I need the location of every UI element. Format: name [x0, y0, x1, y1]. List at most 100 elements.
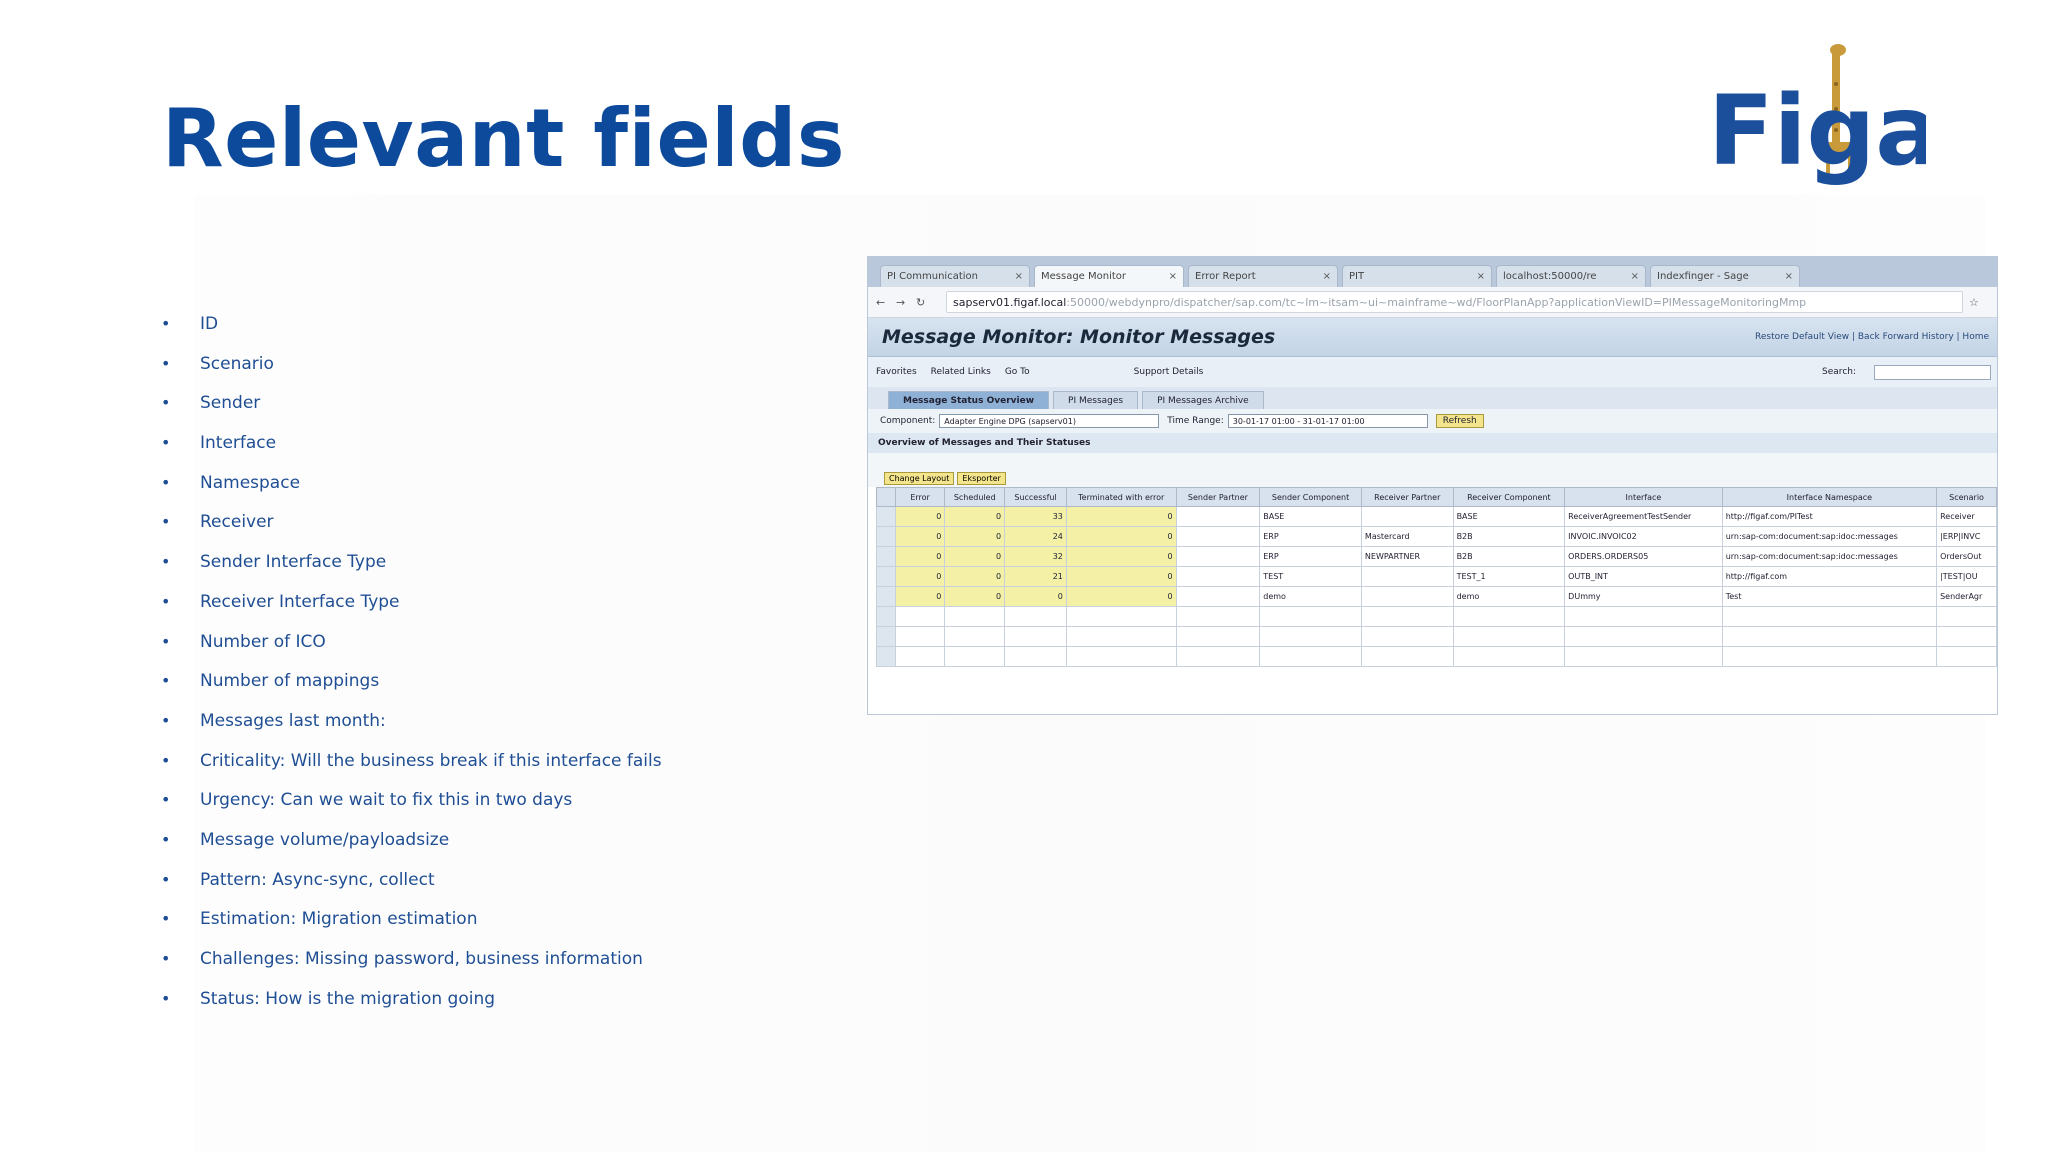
- table-cell: 0: [894, 566, 946, 587]
- time-range-select: 30-01-17 01:00 - 31-01-17 01:00: [1227, 414, 1428, 428]
- column-header: Sender Partner: [1175, 487, 1261, 507]
- table-cell: B2B: [1452, 526, 1566, 547]
- table-cell: |ERP|INVC: [1936, 526, 1997, 547]
- table-row: 0 0 21 0 TEST TEST_1 OUTB_INT http://figaf.com |…: [876, 566, 1997, 587]
- table-cell: OUTB_INT: [1564, 566, 1723, 587]
- table-cell: [944, 606, 1006, 627]
- table-cell: |TEST|OU: [1936, 566, 1997, 587]
- bullet-item: Sender Interface Type: [160, 546, 662, 586]
- row-selector: [876, 526, 896, 547]
- export-button: Eksporter: [957, 471, 1006, 485]
- bullet-item: Urgency: Can we wait to fix this in two …: [160, 784, 662, 824]
- close-icon: ×: [1322, 271, 1331, 282]
- browser-tab-label: Message Monitor: [1041, 271, 1127, 282]
- table-cell: [1452, 646, 1566, 667]
- bullet-item: Namespace: [160, 467, 662, 507]
- browser-tab-label: Indexfinger - Sage: [1657, 271, 1749, 282]
- bullet-item: Number of mappings: [160, 665, 662, 705]
- table-cell: 0: [944, 566, 1006, 587]
- close-icon: ×: [1630, 271, 1639, 282]
- bullet-item: Messages last month:: [160, 705, 662, 745]
- menu-bar: Favorites Related Links Go To Support De…: [868, 357, 1997, 387]
- table-cell: [944, 626, 1006, 647]
- table-cell: [1175, 546, 1261, 567]
- empty-table-row: [876, 606, 1997, 627]
- forward-arrow-icon: →: [896, 295, 906, 309]
- table-cell: [1721, 646, 1938, 667]
- table-cell: [1721, 606, 1938, 627]
- bullet-item: Criticality: Will the business break if …: [160, 745, 662, 785]
- table-cell: 0: [944, 586, 1006, 607]
- column-header: Successful: [1004, 487, 1067, 507]
- browser-tab: Indexfinger - Sage ×: [1650, 265, 1800, 287]
- table-cell: 0: [944, 546, 1006, 567]
- table-cell: [894, 646, 946, 667]
- sap-message-monitor-screenshot: PI Communication × Message Monitor × Error R…: [867, 256, 1998, 715]
- app-header: Message Monitor: Monitor Messages Restor…: [868, 318, 1997, 357]
- bullet-item: Challenges: Missing password, business i…: [160, 943, 662, 983]
- browser-tab: PIT ×: [1342, 265, 1492, 287]
- column-header: Receiver Component: [1452, 487, 1566, 507]
- table-cell: NEWPARTNER: [1360, 546, 1454, 567]
- bullet-item: ID: [160, 308, 662, 348]
- table-cell: [1175, 506, 1261, 527]
- table-cell: 0: [1065, 566, 1177, 587]
- column-header: Sender Component: [1259, 487, 1362, 507]
- subtab: Message Status Overview: [888, 391, 1050, 409]
- url-field: sapserv01.figaf.local :50000/webdynpro/d…: [946, 291, 1963, 313]
- table-cell: 0: [1065, 526, 1177, 547]
- table-cell: [1004, 606, 1067, 627]
- table-cell: [1360, 606, 1454, 627]
- table-cell: [1564, 626, 1723, 647]
- column-header: Terminated with error: [1065, 487, 1177, 507]
- column-header: Scenario: [1936, 487, 1997, 507]
- table-cell: INVOIC.INVOIC02: [1564, 526, 1723, 547]
- bullet-item: Estimation: Migration estimation: [160, 903, 662, 943]
- table-cell: [1936, 606, 1997, 627]
- reload-icon: ↻: [916, 295, 926, 309]
- table-row: 0 0 24 0 ERP Mastercard B2B INVOIC.INVOIC02 urn:…: [876, 526, 1997, 547]
- table-toolbar: Change Layout Eksporter: [868, 469, 1997, 487]
- bullet-item: Number of ICO: [160, 626, 662, 666]
- column-header: Error: [894, 487, 946, 507]
- menu-go-to: Go To: [1004, 367, 1030, 377]
- table-cell: SenderAgr: [1936, 586, 1997, 607]
- browser-tab: Message Monitor ×: [1034, 265, 1184, 287]
- table-cell: http://figaf.com/PITest: [1721, 506, 1938, 527]
- row-selector-header: [876, 487, 896, 507]
- bullet-item: Status: How is the migration going: [160, 983, 662, 1023]
- bullet-item: Pattern: Async-sync, collect: [160, 864, 662, 904]
- field-list: IDScenarioSenderInterfaceNamespaceReceiv…: [160, 308, 662, 1022]
- url-path: :50000/webdynpro/dispatcher/sap.com/tc~l…: [1066, 295, 1807, 309]
- table-cell: ReceiverAgreementTestSender: [1564, 506, 1723, 527]
- filter-bar: Component: Adapter Engine DPG (sapserv01…: [868, 409, 1997, 433]
- table-cell: ERP: [1259, 546, 1362, 567]
- table-cell: urn:sap-com:document:sap:idoc:messages: [1721, 546, 1938, 567]
- table-cell: 0: [1065, 546, 1177, 567]
- column-header: Scheduled: [944, 487, 1006, 507]
- table-cell: [1175, 606, 1261, 627]
- menu-support-details: Support Details: [1133, 367, 1204, 377]
- table-cell: [1564, 606, 1723, 627]
- table-cell: [1452, 606, 1566, 627]
- message-status-table: Error Scheduled Successful Terminated with …: [876, 487, 1997, 667]
- table-cell: [1360, 566, 1454, 587]
- subtab-bar: Message Status Overview PI Messages PI Mes…: [868, 387, 1997, 409]
- table-cell: BASE: [1452, 506, 1566, 527]
- search-label: Search:: [1822, 367, 1856, 377]
- menu-favorites: Favorites: [876, 367, 917, 377]
- close-icon: ×: [1784, 271, 1793, 282]
- table-cell: [894, 626, 946, 647]
- table-cell: demo: [1259, 586, 1362, 607]
- table-cell: [1360, 506, 1454, 527]
- browser-tab-label: PI Communication: [887, 271, 978, 282]
- table-cell: DUmmy: [1564, 586, 1723, 607]
- logo-wordmark: Figaf: [1708, 75, 1926, 187]
- table-cell: [1360, 586, 1454, 607]
- browser-tab: localhost:50000/re ×: [1496, 265, 1646, 287]
- overview-section-title: Overview of Messages and Their Statuses: [868, 433, 1997, 453]
- table-cell: 0: [1065, 506, 1177, 527]
- table-cell: [1065, 606, 1177, 627]
- table-cell: [1564, 646, 1723, 667]
- browser-tab-label: localhost:50000/re: [1503, 271, 1597, 282]
